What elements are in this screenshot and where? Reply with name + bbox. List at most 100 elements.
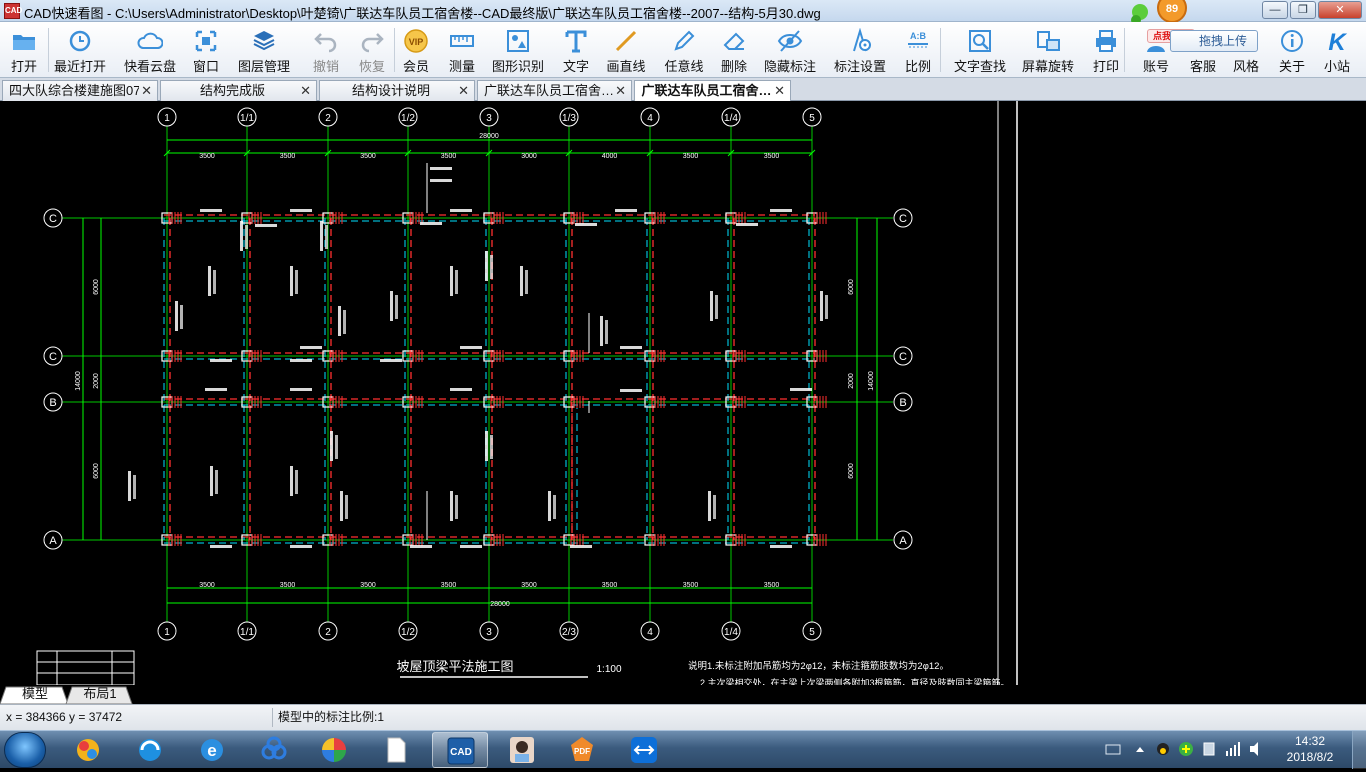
toolbar-ruler-button[interactable]: 测量	[444, 24, 480, 76]
svg-text:VIP: VIP	[409, 37, 424, 47]
drag-upload-button[interactable]: 拖拽上传	[1170, 30, 1258, 52]
close-button[interactable]: ✕	[1318, 1, 1362, 19]
beam-annotation	[380, 359, 402, 362]
taskbar-baidu-netdisk[interactable]	[246, 732, 302, 768]
doc-tab-1[interactable]: 四大队综合楼建施图072: ✕	[2, 80, 158, 101]
toolbar-pen-button[interactable]: 任意线	[661, 24, 707, 76]
taskbar-browser2[interactable]	[122, 732, 178, 768]
beam-annotation	[430, 179, 452, 182]
beam-annotation	[245, 225, 248, 249]
taskbar-pinwheel[interactable]	[306, 732, 362, 768]
network-icon	[1226, 742, 1240, 756]
beam-annotation	[320, 221, 323, 251]
toolbar-label: 窗口	[192, 59, 219, 74]
toolbar-k-button[interactable]: K 小站	[1319, 24, 1355, 76]
pdf-icon: PDF	[571, 737, 593, 761]
axis-label: 2/3	[562, 627, 576, 638]
upload-label: 拖拽上传	[1198, 34, 1247, 48]
clock[interactable]: 14:32 2018/8/2	[1280, 733, 1340, 765]
toolbar-label: 删除	[720, 59, 747, 74]
rotate-icon	[1037, 31, 1060, 51]
beam-annotation	[290, 266, 293, 296]
toolbar-info-button[interactable]: 关于	[1274, 24, 1310, 76]
toolbar-folder-button[interactable]: 打开	[6, 24, 42, 76]
tab-close-icon[interactable]: ✕	[458, 81, 469, 100]
beam-annotation	[390, 291, 393, 321]
doc-tab-label: 广联达车队员工宿舍…	[641, 83, 772, 98]
doc-tab-5-active[interactable]: 广联达车队员工宿舍… ✕	[634, 80, 791, 101]
dimension-text: 6000	[93, 463, 100, 479]
dimension-text: 3500	[764, 582, 780, 589]
toolbar-printer-button[interactable]: 打印	[1088, 24, 1124, 76]
beam-annotation	[430, 167, 452, 170]
toolbar-label: 客服	[1189, 59, 1216, 74]
dimension-text: 3500	[280, 153, 296, 160]
browser-icon	[77, 739, 99, 761]
doc-tab-2[interactable]: 结构完成版 ✕	[160, 80, 317, 101]
toolbar-clock-button[interactable]: 最近打开	[52, 24, 108, 76]
toolbar-text-search-button[interactable]: 文字查找	[952, 24, 1008, 76]
toolbar-eye-off-button[interactable]: 隐藏标注	[762, 24, 818, 76]
beam-annotation	[128, 471, 131, 501]
taskbar-pdf[interactable]: PDF	[554, 732, 610, 768]
axis-label: 3	[486, 627, 492, 638]
doc-tab-4[interactable]: 广联达车队员工宿舍… ✕	[477, 80, 632, 101]
axis-label: 1	[164, 113, 170, 124]
doc-tab-3[interactable]: 结构设计说明 ✕	[319, 80, 475, 101]
beam-annotation	[210, 359, 232, 362]
window-icon	[195, 30, 217, 52]
beam-annotation	[790, 388, 812, 391]
layout1-tab[interactable]: 布局1	[72, 685, 128, 704]
toolbar-settings-button[interactable]: 标注设置	[832, 24, 888, 76]
tab-close-icon[interactable]: ✕	[300, 81, 311, 100]
toolbar-undo-button[interactable]: 撤销	[308, 24, 344, 76]
toolbar-scale-button[interactable]: A:B 比例	[900, 24, 936, 76]
baidu-netdisk-icon	[261, 736, 287, 760]
beam-annotation	[820, 291, 823, 321]
toolbar-shape-recognize-button[interactable]: 图形识别	[490, 24, 546, 76]
toolbar-cloud-button[interactable]: 快看云盘	[122, 24, 178, 76]
tab-close-icon[interactable]: ✕	[615, 81, 626, 100]
toolbar-window-button[interactable]: 窗口	[188, 24, 224, 76]
minimize-button[interactable]: —	[1262, 1, 1288, 19]
maximize-button[interactable]: ❐	[1290, 1, 1316, 19]
keyboard-icon	[1105, 744, 1121, 755]
taskbar-teamviewer[interactable]	[616, 732, 672, 768]
document-tab-bar: 四大队综合楼建施图072: ✕ 结构完成版 ✕ 结构设计说明 ✕ 广联达车队员工…	[0, 78, 1366, 101]
toolbar-rotate-button[interactable]: 屏幕旋转	[1020, 24, 1076, 76]
dimension-text: 3500	[602, 582, 618, 589]
toolbar-text-button[interactable]: 文字	[558, 24, 594, 76]
beam-annotation	[338, 306, 341, 336]
beam-annotation	[290, 545, 312, 548]
beam-annotation	[490, 255, 493, 279]
taskbar-ie[interactable]: e	[184, 732, 240, 768]
plus-tray-icon	[1179, 742, 1193, 756]
tab-close-icon[interactable]: ✕	[141, 81, 152, 100]
axis-label: 1/1	[240, 627, 254, 638]
taskbar-cad[interactable]: CAD	[432, 732, 488, 768]
dimension-text: 14000	[75, 371, 82, 391]
taskbar-browser[interactable]	[60, 732, 116, 768]
model-tab[interactable]: 模型	[8, 685, 62, 704]
toolbar-redo-button[interactable]: 恢复	[354, 24, 390, 76]
vip-icon: VIP	[404, 29, 428, 53]
toolbar-line-button[interactable]: 画直线	[603, 24, 649, 76]
axis-label: A	[899, 535, 907, 547]
toolbar-layers-button[interactable]: 图层管理	[236, 24, 292, 76]
toolbar-eraser-button[interactable]: 删除	[716, 24, 752, 76]
browser2-icon	[139, 739, 161, 761]
axis-label: 1/4	[724, 627, 738, 638]
tab-close-icon[interactable]: ✕	[774, 81, 785, 100]
beam-annotation	[290, 209, 312, 212]
device-tray-icon	[1203, 742, 1215, 756]
window-title: CAD快速看图 - C:\Users\Administrator\Desktop…	[24, 6, 821, 21]
show-desktop-button[interactable]	[1352, 731, 1366, 769]
beam-annotation	[330, 431, 333, 461]
cloud-icon	[137, 32, 163, 49]
toolbar-vip-button[interactable]: VIP 会员	[398, 24, 434, 76]
axis-label: 1/4	[724, 113, 738, 124]
start-button[interactable]	[4, 732, 46, 768]
taskbar-file[interactable]	[368, 732, 424, 768]
cad-drawing-canvas[interactable]: 1 1 1/1 1/1 2 2 1/2 1/2 3 3 1/3 2/3 4 4 1/4 1/4 5 5 C C C C B B…	[0, 101, 1366, 685]
taskbar-qq-avatar[interactable]	[494, 732, 550, 768]
